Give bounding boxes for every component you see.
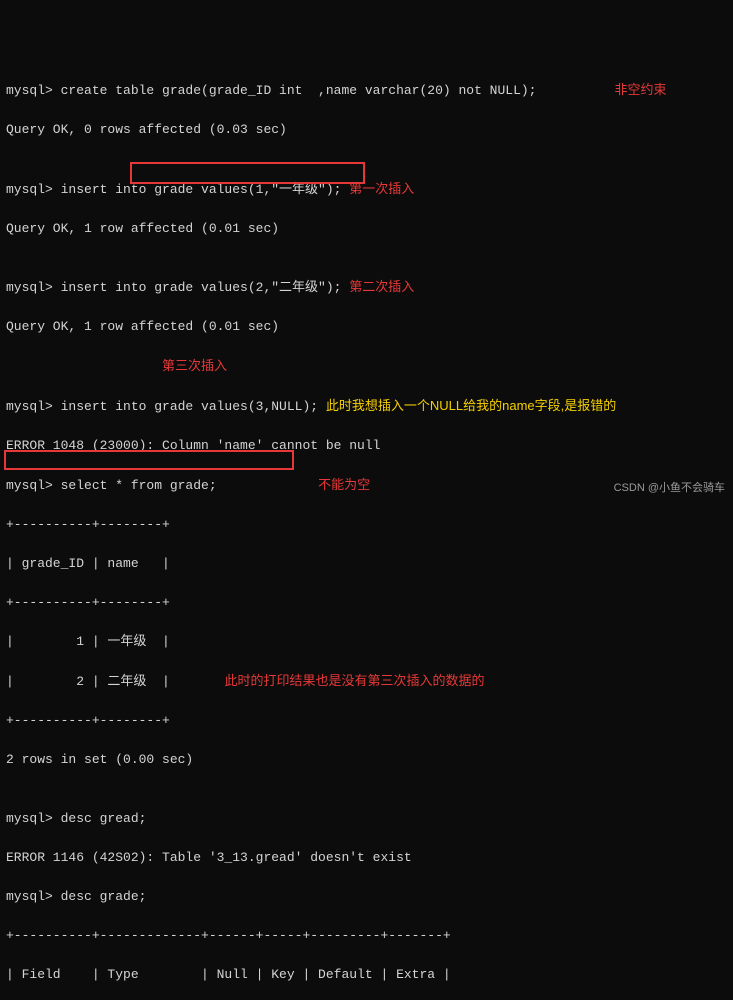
watermark: CSDN @小鱼不会骑车 <box>614 480 725 497</box>
term-line: | 2 | 二年级 | 此时的打印结果也是没有第三次插入的数据的 <box>6 671 727 692</box>
ann-insert3: 第三次插入 <box>162 358 227 373</box>
term-line: | grade_ID | name | <box>6 554 727 574</box>
term-line: mysql> insert into grade values(2,"二年级")… <box>6 277 727 298</box>
term-line: Query OK, 1 row affected (0.01 sec) <box>6 317 727 337</box>
term-line: mysql> insert into grade values(1,"一年级")… <box>6 179 727 200</box>
term-line: mysql> insert into grade values(3,NULL);… <box>6 396 727 417</box>
term-line: mysql> desc grade; <box>6 887 727 907</box>
term-line: | Field | Type | Null | Key | Default | … <box>6 965 727 985</box>
term-line: mysql> desc gread; <box>6 809 727 829</box>
term-line: Query OK, 1 row affected (0.01 sec) <box>6 219 727 239</box>
ann-print-note: 此时的打印结果也是没有第三次插入的数据的 <box>224 673 484 688</box>
term-line: +----------+-------------+------+-----+-… <box>6 926 727 946</box>
term-line: Query OK, 0 rows affected (0.03 sec) <box>6 120 727 140</box>
term-line: +----------+--------+ <box>6 515 727 535</box>
term-line: | 1 | 一年级 | <box>6 632 727 652</box>
ann-insert2: 第二次插入 <box>349 279 414 294</box>
term-line: mysql> create table grade(grade_ID int ,… <box>6 80 727 101</box>
term-line: ERROR 1146 (42S02): Table '3_13.gread' d… <box>6 848 727 868</box>
term-line: 2 rows in set (0.00 sec) <box>6 750 727 770</box>
term-line: +----------+--------+ <box>6 711 727 731</box>
ann-insert1: 第一次插入 <box>349 181 414 196</box>
ann-nonnull: 非空约束 <box>615 82 667 97</box>
term-line: ERROR 1048 (23000): Column 'name' cannot… <box>6 436 727 456</box>
ann-cant-null: 不能为空 <box>318 477 370 492</box>
term-line: +----------+--------+ <box>6 593 727 613</box>
ann-null-note: 此时我想插入一个NULL给我的name字段,是报错的 <box>326 398 616 413</box>
term-line: 第三次插入 <box>6 356 727 377</box>
